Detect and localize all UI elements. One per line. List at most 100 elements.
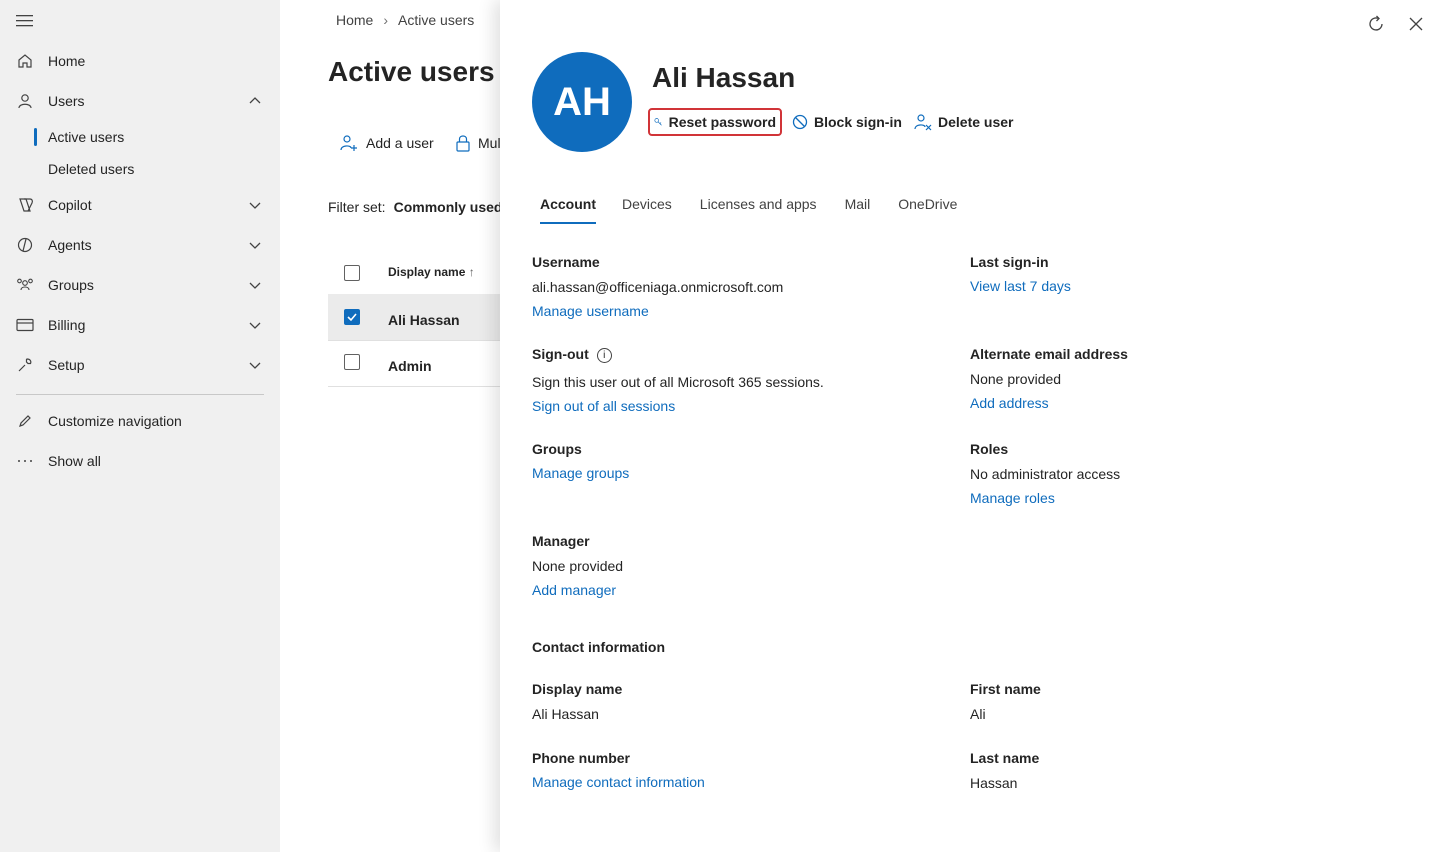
breadcrumb-active-users: Active users xyxy=(398,12,475,28)
tab-devices[interactable]: Devices xyxy=(622,196,672,224)
sign-out-all-sessions-link[interactable]: Sign out of all sessions xyxy=(532,398,675,414)
nav-item-agents[interactable]: Agents xyxy=(0,227,280,263)
nav-item-label: Billing xyxy=(48,317,86,333)
filter-value: Commonly used xyxy=(393,199,500,215)
username-label: Username xyxy=(532,254,600,270)
tab-account[interactable]: Account xyxy=(540,196,596,224)
nav-item-users[interactable]: Users xyxy=(0,83,280,119)
block-sign-in-button[interactable]: Block sign-in xyxy=(792,108,902,136)
nav-subitem-deleted-users[interactable]: Deleted users xyxy=(48,161,134,177)
wrench-icon xyxy=(16,356,34,374)
nav-subitem-active-users[interactable]: Active users xyxy=(48,129,124,145)
chevron-down-icon[interactable] xyxy=(248,278,262,292)
manager-label: Manager xyxy=(532,533,590,549)
nav-item-label: Setup xyxy=(48,357,85,373)
sort-ascending-icon: ↑ xyxy=(468,265,475,279)
lock-icon xyxy=(456,135,470,152)
info-icon[interactable]: i xyxy=(596,347,612,363)
manage-groups-link[interactable]: Manage groups xyxy=(532,465,629,481)
manage-username-link[interactable]: Manage username xyxy=(532,303,649,319)
first-name-value: Ali xyxy=(970,706,986,722)
copilot-icon xyxy=(16,196,34,214)
view-last-7-days-link[interactable]: View last 7 days xyxy=(970,278,1071,294)
alternate-email-label: Alternate email address xyxy=(970,346,1128,362)
nav-item-setup[interactable]: Setup xyxy=(0,347,280,383)
nav-item-customize[interactable]: Customize navigation xyxy=(0,403,280,439)
left-navigation: Home Users Active users Deleted users Co… xyxy=(0,0,280,852)
tab-bar: Account Devices Licenses and apps Mail O… xyxy=(540,196,957,224)
phone-number-label: Phone number xyxy=(532,750,631,766)
chevron-down-icon[interactable] xyxy=(248,198,262,212)
table-row[interactable]: Admin xyxy=(328,340,500,387)
add-manager-link[interactable]: Add manager xyxy=(532,582,616,598)
tab-onedrive[interactable]: OneDrive xyxy=(898,196,957,224)
last-sign-in-label: Last sign-in xyxy=(970,254,1049,270)
delete-person-icon xyxy=(914,114,932,131)
tab-licenses-and-apps[interactable]: Licenses and apps xyxy=(700,196,817,224)
reset-password-button[interactable]: Reset password xyxy=(648,108,782,136)
select-all-checkbox[interactable] xyxy=(344,265,360,281)
chevron-down-icon[interactable] xyxy=(248,238,262,252)
add-person-icon xyxy=(340,135,357,151)
chevron-right-icon: › xyxy=(383,12,389,28)
row-display-name[interactable]: Admin xyxy=(388,358,432,374)
row-checkbox-checked[interactable] xyxy=(344,309,360,325)
active-indicator xyxy=(34,128,37,146)
nav-item-copilot[interactable]: Copilot xyxy=(0,187,280,223)
ellipsis-icon xyxy=(16,452,34,470)
manage-contact-information-link[interactable]: Manage contact information xyxy=(532,774,705,790)
display-name-label: Display name xyxy=(532,681,623,697)
row-display-name[interactable]: Ali Hassan xyxy=(388,312,460,328)
close-icon xyxy=(1409,17,1423,31)
delete-user-button[interactable]: Delete user xyxy=(914,108,1013,136)
breadcrumb-home[interactable]: Home xyxy=(336,12,373,28)
add-user-label: Add a user xyxy=(366,135,434,151)
nav-item-label: Groups xyxy=(48,277,94,293)
add-user-button[interactable]: Add a user xyxy=(340,134,434,152)
chevron-down-icon[interactable] xyxy=(248,358,262,372)
add-address-link[interactable]: Add address xyxy=(970,395,1049,411)
filter-set[interactable]: Filter set: Commonly used xyxy=(328,199,500,215)
nav-item-label: Customize navigation xyxy=(48,413,182,429)
nav-item-groups[interactable]: Groups xyxy=(0,267,280,303)
chevron-up-icon[interactable] xyxy=(248,94,262,108)
groups-label: Groups xyxy=(532,441,582,457)
reset-password-label: Reset password xyxy=(668,114,776,130)
breadcrumb: Home › Active users xyxy=(336,12,474,28)
groups-icon xyxy=(16,276,34,294)
person-icon xyxy=(16,92,34,110)
table-header: Display name ↑ xyxy=(328,250,500,295)
home-icon xyxy=(16,52,34,70)
nav-item-billing[interactable]: Billing xyxy=(0,307,280,343)
user-name-heading: Ali Hassan xyxy=(652,62,796,93)
refresh-icon xyxy=(1369,15,1383,31)
column-header-display-name[interactable]: Display name ↑ xyxy=(388,265,475,279)
mfa-button[interactable]: Mul xyxy=(456,134,500,152)
key-icon xyxy=(654,118,662,126)
nav-divider xyxy=(16,394,264,395)
close-button[interactable] xyxy=(1406,14,1426,34)
hamburger-menu-icon[interactable] xyxy=(16,14,34,28)
nav-item-show-all[interactable]: Show all xyxy=(0,443,280,479)
block-icon xyxy=(792,114,808,130)
display-name-value: Ali Hassan xyxy=(532,706,599,722)
nav-item-label: Home xyxy=(48,53,86,69)
sign-out-description: Sign this user out of all Microsoft 365 … xyxy=(532,374,824,390)
tab-mail[interactable]: Mail xyxy=(845,196,871,224)
delete-user-label: Delete user xyxy=(938,114,1014,130)
contact-information-heading: Contact information xyxy=(532,639,665,655)
alternate-email-value: None provided xyxy=(970,371,1062,387)
nav-item-label: Users xyxy=(48,93,85,109)
checkmark-icon xyxy=(347,313,357,322)
mfa-label: Mul xyxy=(478,135,500,151)
nav-item-home[interactable]: Home xyxy=(0,43,280,79)
billing-icon xyxy=(16,316,34,334)
nav-item-label: Copilot xyxy=(48,197,92,213)
roles-label: Roles xyxy=(970,441,1009,457)
row-checkbox[interactable] xyxy=(344,354,360,370)
user-details-panel: AH Ali Hassan Reset password Block sign-… xyxy=(500,0,1440,852)
table-row[interactable]: Ali Hassan xyxy=(328,294,500,341)
chevron-down-icon[interactable] xyxy=(248,318,262,332)
manage-roles-link[interactable]: Manage roles xyxy=(970,490,1055,506)
refresh-button[interactable] xyxy=(1366,14,1386,34)
